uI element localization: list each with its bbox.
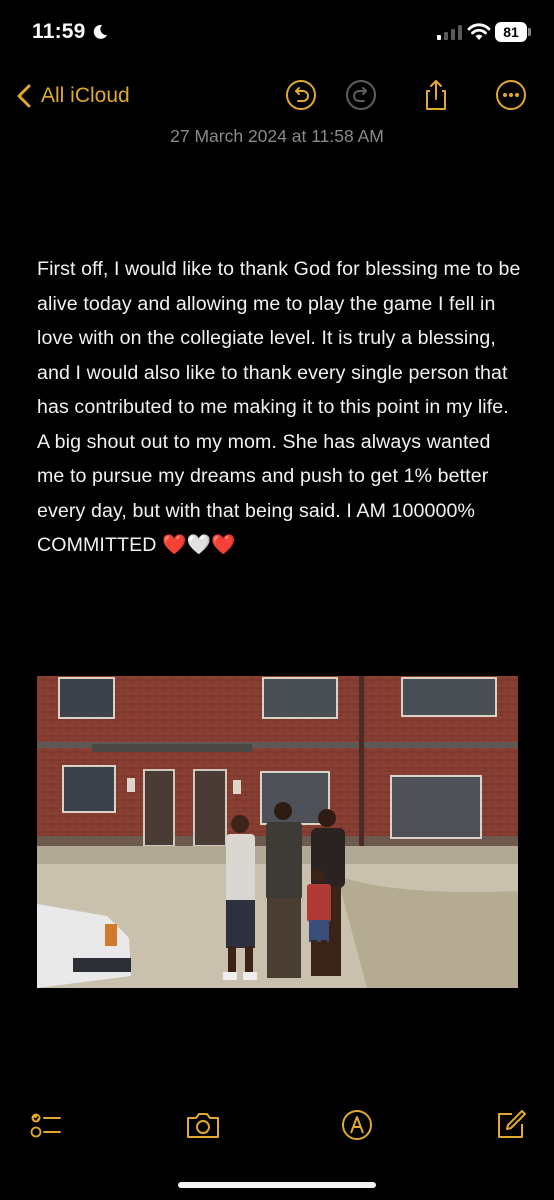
status-time: 11:59 <box>32 20 86 43</box>
status-bar: 11:59 81 <box>0 0 554 60</box>
more-button[interactable] <box>494 78 528 112</box>
more-icon <box>496 80 526 110</box>
note-photo[interactable] <box>37 676 518 988</box>
chevron-left-icon <box>17 84 31 108</box>
markup-button[interactable] <box>338 1106 376 1144</box>
undo-icon <box>286 80 316 110</box>
camera-icon <box>187 1113 219 1138</box>
family-photo <box>37 676 518 988</box>
checklist-icon <box>30 1113 61 1138</box>
share-icon <box>426 80 446 110</box>
redo-button[interactable] <box>344 78 378 112</box>
compose-icon <box>498 1110 526 1138</box>
note-date: 27 March 2024 at 11:58 AM <box>170 126 384 146</box>
wifi-icon <box>467 23 491 40</box>
battery-level: 81 <box>495 22 527 42</box>
checklist-button[interactable] <box>27 1106 65 1144</box>
back-label: All iCloud <box>41 84 130 107</box>
battery-icon: 81 <box>495 22 531 42</box>
note-body[interactable]: First off, I would like to thank God for… <box>37 252 522 563</box>
compose-button[interactable] <box>492 1106 530 1144</box>
battery-tip <box>528 28 531 36</box>
home-indicator <box>178 1182 376 1188</box>
markup-icon <box>342 1110 372 1140</box>
undo-button[interactable] <box>284 78 318 112</box>
bottom-toolbar <box>0 1100 554 1150</box>
share-button[interactable] <box>419 78 453 112</box>
moon-icon <box>93 24 107 39</box>
back-button[interactable]: All iCloud <box>16 80 130 112</box>
signal-icon <box>437 25 462 40</box>
nav-bar: All iCloud <box>0 70 554 120</box>
camera-button[interactable] <box>184 1106 222 1144</box>
redo-icon <box>346 80 376 110</box>
